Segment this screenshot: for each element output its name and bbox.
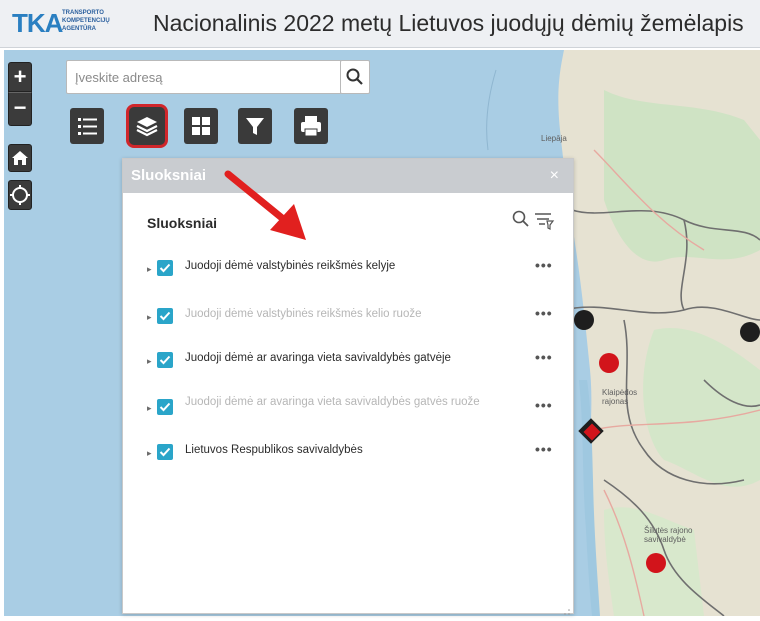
expand-icon[interactable]: ▸ (147, 403, 152, 414)
layer-checkbox[interactable] (157, 308, 173, 324)
layer-checkbox[interactable] (157, 260, 173, 276)
search-input[interactable] (67, 61, 335, 93)
basemap-gallery-button[interactable] (184, 108, 218, 144)
more-options-button[interactable]: ••• (535, 441, 553, 457)
checkmark-icon (159, 263, 171, 273)
print-button[interactable] (294, 108, 328, 144)
locate-button[interactable] (8, 180, 32, 210)
panel-resize-handle[interactable] (563, 603, 571, 615)
panel-title: Sluoksniai (131, 167, 207, 184)
layer-item[interactable]: ▸ Lietuvos Respublikos savivaldybės ••• (141, 441, 561, 471)
layer-label: Lietuvos Respublikos savivaldybės (185, 444, 363, 456)
more-options-button[interactable]: ••• (535, 397, 553, 413)
layer-item[interactable]: ▸ Juodoji dėmė valstybinės reikšmės kely… (141, 257, 561, 287)
layers-button-inner (132, 110, 162, 142)
home-icon (12, 151, 28, 165)
layer-label: Juodoji dėmė ar avaringa vieta savivaldy… (185, 396, 480, 408)
map-label-liepaja: Liepāja (541, 134, 567, 143)
map-label-silute: Šilutės rajono savivaldybė (644, 526, 693, 544)
layer-checkbox[interactable] (157, 352, 173, 368)
search-icon (512, 210, 529, 227)
layer-label: Juodoji dėmė valstybinės reikšmės kelio … (185, 308, 422, 320)
search-button[interactable] (340, 60, 370, 94)
filter-list-icon (535, 213, 555, 230)
layer-list-button[interactable] (70, 108, 104, 144)
more-options-button[interactable]: ••• (535, 257, 553, 273)
app-header: TKA TRANSPORTO KOMPETENCIJŲ AGENTŪRA Nac… (0, 0, 760, 48)
grid-icon (192, 117, 210, 135)
layer-options-button[interactable] (533, 209, 555, 231)
zoom-out-button[interactable]: − (8, 92, 32, 126)
panel-subtitle: Sluoksniai (147, 215, 218, 231)
search-box (66, 60, 342, 94)
zoom-in-button[interactable]: + (8, 62, 32, 92)
resize-grip-icon (564, 609, 570, 615)
annotation-arrow (220, 168, 320, 253)
search-icon (346, 68, 363, 85)
layer-item[interactable]: ▸ Juodoji dėmė ar avaringa vieta savival… (141, 349, 561, 379)
locate-icon (10, 185, 30, 205)
filter-icon (246, 118, 264, 135)
list-icon (78, 118, 97, 135)
map-label-klaipeda: Klaipėdos rajonas (602, 388, 638, 406)
layer-checkbox[interactable] (157, 399, 173, 415)
close-button[interactable]: × (550, 167, 559, 185)
layers-panel: Sluoksniai × Sluoksniai ▸ Juodoji dėmė v… (122, 158, 574, 615)
black-spot-marker[interactable] (646, 553, 666, 573)
layer-label: Juodoji dėmė ar avaringa vieta savivaldy… (185, 352, 451, 364)
more-options-button[interactable]: ••• (535, 349, 553, 365)
logo-subtext: TRANSPORTO KOMPETENCIJŲ AGENTŪRA (62, 10, 110, 32)
expand-icon[interactable]: ▸ (147, 312, 152, 323)
checkmark-icon (159, 311, 171, 321)
checkmark-icon (159, 355, 171, 365)
page-title: Nacionalinis 2022 metų Lietuvos juodųjų … (153, 10, 744, 36)
black-spot-marker[interactable] (740, 322, 760, 342)
home-button[interactable] (8, 144, 32, 172)
logo: TKA (12, 8, 63, 38)
black-spot-marker[interactable] (599, 353, 619, 373)
layers-icon (136, 117, 158, 137)
layer-item[interactable]: ▸ Juodoji dėmė ar avaringa vieta savival… (141, 393, 561, 433)
print-icon (301, 116, 321, 137)
expand-icon[interactable]: ▸ (147, 264, 152, 275)
layer-item[interactable]: ▸ Juodoji dėmė valstybinės reikšmės keli… (141, 305, 561, 335)
checkmark-icon (159, 447, 171, 457)
layers-button[interactable] (126, 104, 168, 148)
panel-header: Sluoksniai × (123, 159, 573, 193)
expand-icon[interactable]: ▸ (147, 356, 152, 367)
more-options-button[interactable]: ••• (535, 305, 553, 321)
black-spot-marker[interactable] (574, 310, 594, 330)
layer-label: Juodoji dėmė valstybinės reikšmės kelyje (185, 260, 396, 272)
layer-search-button[interactable] (511, 209, 531, 229)
red-arrow-icon (224, 170, 306, 240)
checkmark-icon (159, 402, 171, 412)
filter-button[interactable] (238, 108, 272, 144)
expand-icon[interactable]: ▸ (147, 448, 152, 459)
layer-checkbox[interactable] (157, 444, 173, 460)
